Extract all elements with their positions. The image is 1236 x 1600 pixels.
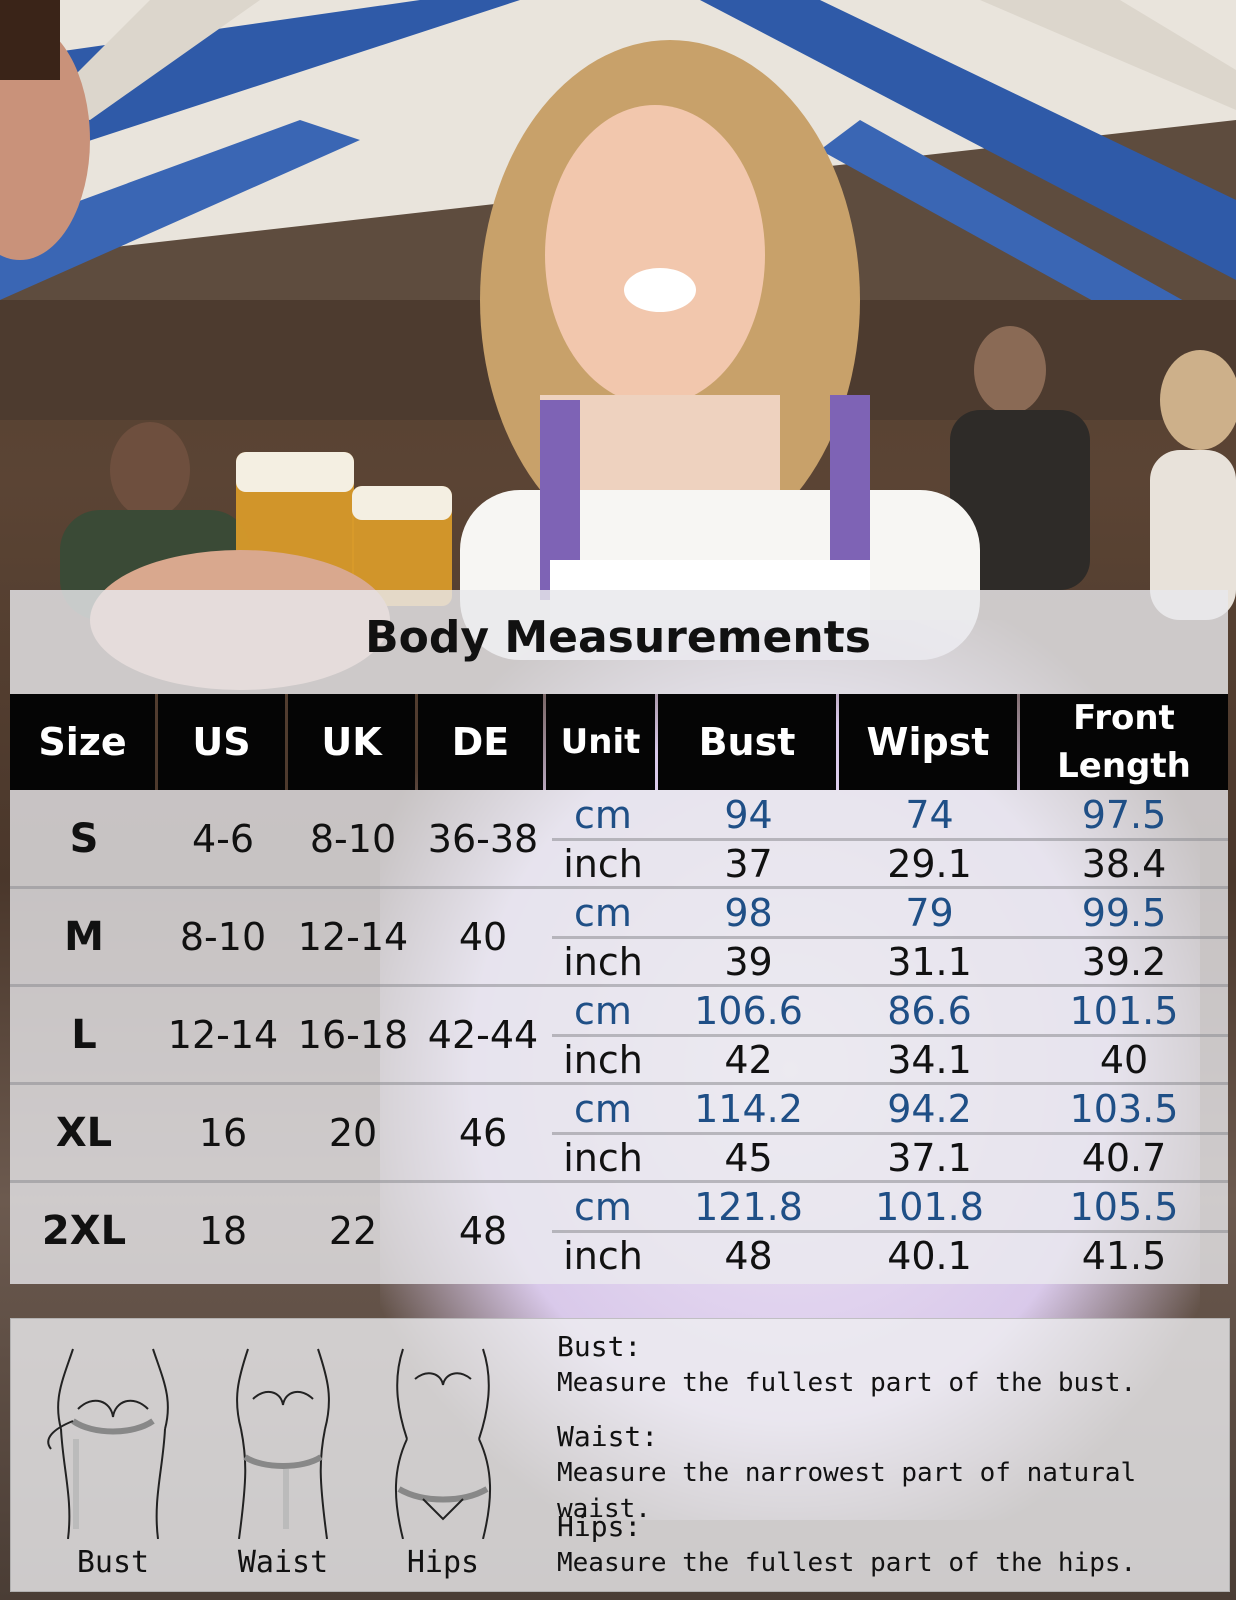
figure-label-bust: Bust [76,1545,150,1580]
cell-front-inch: 38.4 [1081,841,1167,886]
unit-divider [552,1132,1228,1135]
cell-unit-cm: cm [574,792,632,837]
cell-uk: 12-14 [297,915,409,959]
cell-size: L [71,1012,97,1058]
cell-unit-inch: inch [563,1135,643,1180]
cell-size: S [69,816,99,862]
row-divider [10,1082,1228,1085]
tip-hips-text: Measure the fullest part of the hips. [557,1548,1137,1578]
cell-uk: 16-18 [297,1013,409,1057]
header-bust: Bust [658,694,836,790]
row-divider [10,886,1228,889]
cell-uk: 8-10 [309,817,397,861]
cell-bust-inch: 39 [724,939,773,984]
tip-waist-heading: Waist: [557,1420,659,1453]
cell-waist-cm: 74 [905,792,954,837]
cell-de: 48 [458,1209,508,1253]
header-unit: Unit [546,694,655,790]
hips-measure-icon [394,1348,492,1539]
row-divider [10,1180,1228,1183]
figure-label-hips: Hips [406,1545,480,1580]
cell-de: 36-38 [427,817,539,861]
cell-front-cm: 99.5 [1081,890,1167,935]
cell-unit-cm: cm [574,1184,632,1229]
cell-bust-cm: 121.8 [694,1184,803,1229]
table-row: L 12-14 16-18 42-44 cm 106.6 86.6 101.5 inch 42 34… [10,984,1228,1084]
cell-size: 2XL [41,1208,127,1254]
cell-bust-cm: 98 [724,890,773,935]
table-row: S 4-6 8-10 36-38 cm 94 74 97.5 inch 37 29.1 38.4 [10,790,1228,888]
cell-uk: 22 [328,1209,378,1253]
cell-us: 12-14 [167,1013,279,1057]
tip-hips: Hips: Measure the fullest part of the hi… [557,1509,1136,1581]
cell-unit-inch: inch [563,1233,643,1278]
cell-bust-inch: 42 [724,1037,773,1082]
header-size: Size [10,694,155,790]
header-uk: UK [288,694,415,790]
cell-us: 18 [198,1209,248,1253]
header-us: US [158,694,285,790]
cell-front-inch: 39.2 [1081,939,1167,984]
cell-unit-cm: cm [574,988,632,1033]
cell-waist-inch: 29.1 [887,841,972,886]
unit-divider [552,1230,1228,1233]
cell-uk: 20 [328,1111,378,1155]
tip-hips-heading: Hips: [557,1510,642,1543]
cell-unit-inch: inch [563,1037,643,1082]
cell-de: 46 [458,1111,508,1155]
bust-measure-icon [47,1348,169,1539]
cell-waist-cm: 86.6 [887,988,972,1033]
cell-us: 8-10 [179,915,267,959]
cell-size: M [64,914,104,960]
cell-front-cm: 105.5 [1069,1184,1179,1229]
cell-us: 4-6 [191,817,255,861]
cell-front-inch: 41.5 [1081,1233,1167,1278]
waist-measure-icon [236,1348,330,1539]
figure-label-waist: Waist [237,1545,329,1580]
table-header-row: Size US UK DE Unit Bust Wipst Front Leng… [10,694,1228,790]
cell-front-cm: 103.5 [1069,1086,1179,1131]
cell-unit-inch: inch [563,841,643,886]
cell-bust-cm: 114.2 [694,1086,803,1131]
table-row: M 8-10 12-14 40 cm 98 79 99.5 inch 39 31.1 39.2 [10,886,1228,986]
table-row: XL 16 20 46 cm 114.2 94.2 103.5 inch 45 37.1 40.7 [10,1082,1228,1182]
tip-bust: Bust: Measure the fullest part of the bu… [557,1329,1136,1401]
cell-bust-cm: 94 [724,792,773,837]
cell-front-cm: 101.5 [1069,988,1179,1033]
measuring-guide: Bust Waist Hips Bust: Measure the fulles… [10,1318,1230,1592]
cell-bust-inch: 48 [724,1233,773,1278]
unit-divider [552,1034,1228,1037]
cell-bust-inch: 45 [724,1135,773,1180]
header-wipst: Wipst [839,694,1017,790]
cell-us: 16 [198,1111,248,1155]
cell-bust-cm: 106.6 [694,988,803,1033]
cell-unit-cm: cm [574,1086,632,1131]
tip-bust-heading: Bust: [557,1330,642,1363]
row-divider [10,984,1228,987]
table-row: 2XL 18 22 48 cm 121.8 101.8 105.5 inch 48 40.1 41.5 [10,1180,1228,1280]
header-front-length: Front Length [1020,694,1228,790]
cell-waist-inch: 40.1 [887,1233,972,1278]
cell-waist-inch: 31.1 [887,939,972,984]
cell-size: XL [55,1110,113,1156]
page-title: Body Measurements [365,612,871,663]
cell-unit-inch: inch [563,939,643,984]
cell-waist-inch: 37.1 [887,1135,972,1180]
unit-divider [552,936,1228,939]
cell-waist-inch: 34.1 [887,1037,972,1082]
table-body: S 4-6 8-10 36-38 cm 94 74 97.5 inch 37 29.1 38.4 M 8-… [10,790,1228,1284]
tip-bust-text: Measure the fullest part of the bust. [557,1368,1137,1398]
cell-front-inch: 40 [1099,1037,1149,1082]
cell-bust-inch: 37 [724,841,773,886]
unit-divider [552,838,1228,841]
cell-de: 40 [458,915,508,959]
cell-unit-cm: cm [574,890,632,935]
cell-front-inch: 40.7 [1081,1135,1167,1180]
cell-waist-cm: 79 [905,890,954,935]
cell-waist-cm: 101.8 [875,1184,984,1229]
cell-de: 42-44 [427,1013,539,1057]
cell-front-cm: 97.5 [1081,792,1167,837]
cell-waist-cm: 94.2 [887,1086,972,1131]
header-de: DE [418,694,543,790]
